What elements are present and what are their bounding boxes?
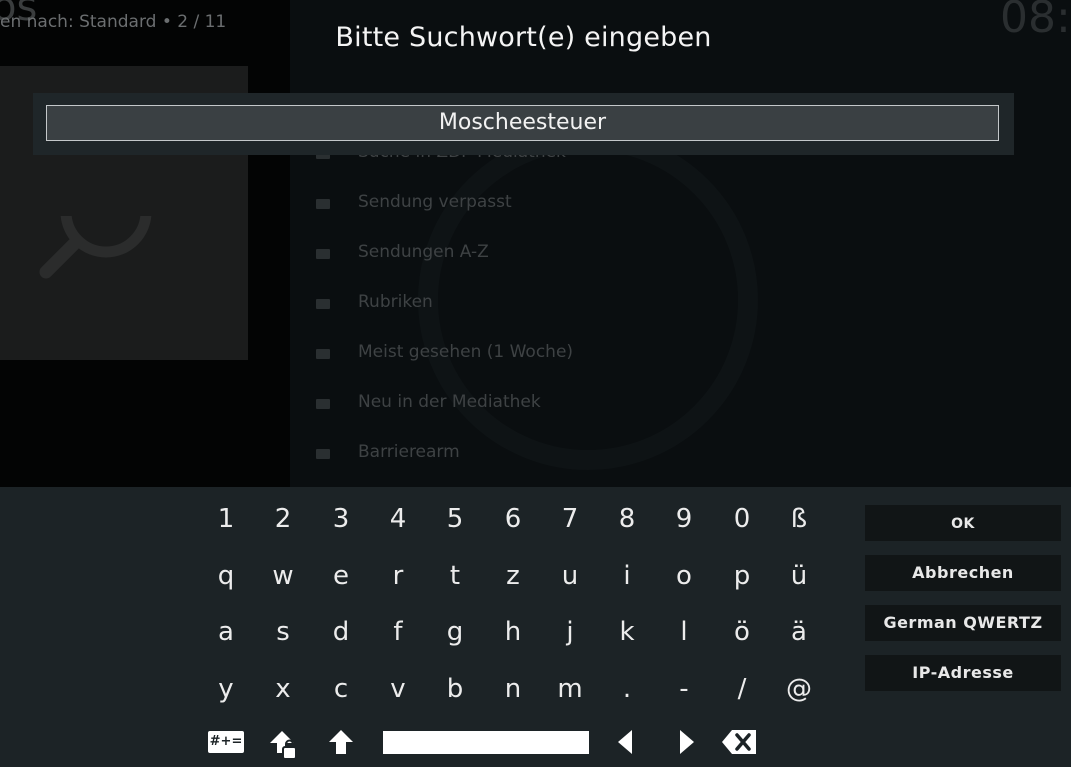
key[interactable]: ß (772, 493, 826, 545)
key[interactable]: . (600, 663, 654, 715)
key[interactable]: k (600, 606, 654, 658)
shift-icon[interactable] (329, 729, 353, 755)
key[interactable]: 5 (428, 493, 482, 545)
list-item-label: Sendungen A-Z (358, 242, 489, 262)
key[interactable]: 4 (371, 493, 425, 545)
folder-icon (316, 249, 330, 259)
ip-address-button[interactable]: IP-Adresse (865, 655, 1061, 691)
folder-icon (316, 349, 330, 359)
list-item: Meist gesehen (1 Woche) (316, 340, 716, 370)
key[interactable]: q (199, 550, 253, 602)
folder-icon (316, 449, 330, 459)
folder-icon (316, 399, 330, 409)
layout-button-label: German QWERTZ (883, 613, 1043, 632)
key[interactable]: j (543, 606, 597, 658)
key[interactable]: 1 (199, 493, 253, 545)
folder-icon (316, 199, 330, 209)
key[interactable]: c (314, 663, 368, 715)
key[interactable]: 9 (657, 493, 711, 545)
key[interactable]: 3 (314, 493, 368, 545)
key[interactable]: / (715, 663, 769, 715)
key[interactable]: e (314, 550, 368, 602)
arrow-left-icon[interactable] (616, 730, 636, 754)
cancel-button-label: Abbrechen (912, 563, 1014, 582)
key[interactable]: x (256, 663, 310, 715)
list-item: Rubriken (316, 290, 716, 320)
key[interactable]: t (428, 550, 482, 602)
key[interactable]: 0 (715, 493, 769, 545)
backspace-icon[interactable] (722, 730, 756, 754)
list-item: Sendung verpasst (316, 190, 716, 220)
ip-address-button-label: IP-Adresse (912, 663, 1014, 682)
list-item-label: Neu in der Mediathek (358, 392, 541, 412)
key[interactable]: n (486, 663, 540, 715)
key[interactable]: b (428, 663, 482, 715)
ok-button[interactable]: OK (865, 505, 1061, 541)
key[interactable]: v (371, 663, 425, 715)
cancel-button[interactable]: Abbrechen (865, 555, 1061, 591)
key[interactable]: 7 (543, 493, 597, 545)
key[interactable]: m (543, 663, 597, 715)
key[interactable]: - (657, 663, 711, 715)
on-screen-keyboard: 1234567890ß qwertzuiopü asdfghjklöä yxcvbnm… (0, 487, 1071, 767)
key[interactable]: f (371, 606, 425, 658)
ok-button-label: OK (951, 516, 975, 532)
dialog-title: Bitte Suchwort(e) eingeben (335, 22, 712, 53)
key[interactable]: y (199, 663, 253, 715)
key[interactable]: l (657, 606, 711, 658)
symbols-key[interactable]: #+= (208, 731, 244, 753)
key[interactable]: d (314, 606, 368, 658)
key[interactable]: g (428, 606, 482, 658)
key[interactable]: 6 (486, 493, 540, 545)
symbols-key-label: #+= (209, 734, 243, 749)
key[interactable]: o (657, 550, 711, 602)
list-item-label: Rubriken (358, 292, 433, 312)
key[interactable]: s (256, 606, 310, 658)
key[interactable]: r (371, 550, 425, 602)
search-input[interactable]: Moscheesteuer (46, 105, 999, 141)
search-icon (39, 216, 152, 279)
key[interactable]: h (486, 606, 540, 658)
list-item-label: Sendung verpasst (358, 192, 512, 212)
search-input-container: Moscheesteuer (33, 93, 1014, 155)
caps-lock-icon[interactable] (270, 729, 298, 761)
key[interactable]: z (486, 550, 540, 602)
key[interactable]: 8 (600, 493, 654, 545)
key[interactable]: u (543, 550, 597, 602)
key[interactable]: ä (772, 606, 826, 658)
key[interactable]: p (715, 550, 769, 602)
key[interactable]: w (256, 550, 310, 602)
list-item: Sendungen A-Z (316, 240, 716, 270)
space-key[interactable] (383, 731, 589, 754)
key[interactable]: i (600, 550, 654, 602)
key[interactable]: a (199, 606, 253, 658)
list-item-label: Meist gesehen (1 Woche) (358, 342, 574, 362)
key[interactable]: ü (772, 550, 826, 602)
arrow-right-icon[interactable] (677, 730, 697, 754)
key[interactable]: 2 (256, 493, 310, 545)
key[interactable]: ö (715, 606, 769, 658)
list-item: Neu in der Mediathek (316, 390, 716, 420)
layout-button[interactable]: German QWERTZ (865, 605, 1061, 641)
list-item: Barrierearm (316, 440, 716, 470)
folder-icon (316, 299, 330, 309)
list-item-label: Barrierearm (358, 442, 460, 462)
key[interactable]: @ (772, 663, 826, 715)
